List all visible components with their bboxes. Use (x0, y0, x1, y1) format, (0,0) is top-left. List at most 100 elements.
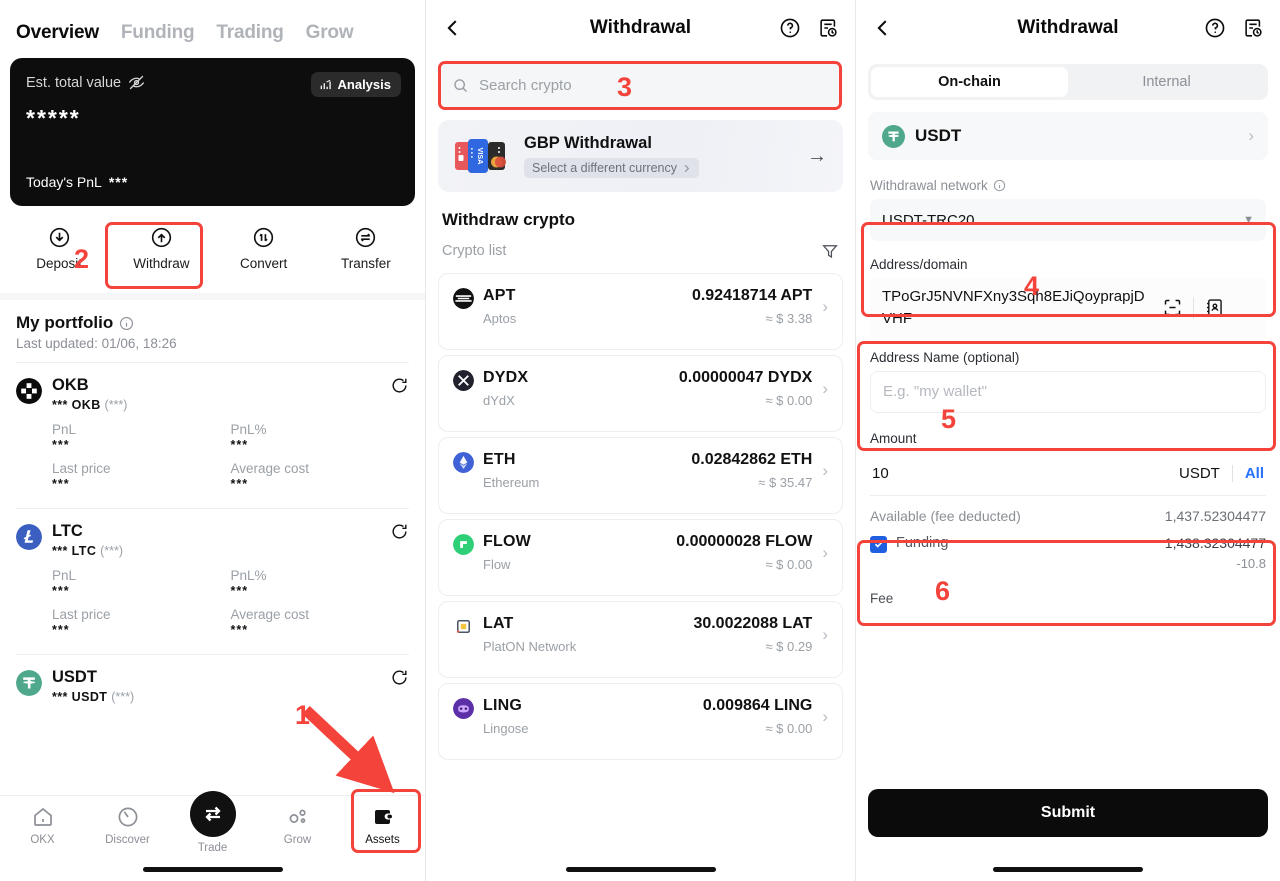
crypto-row-ling[interactable]: LING Lingose 0.009864 LING ≈ $ 0.00 › (438, 683, 843, 760)
tab-overview[interactable]: Overview (16, 22, 99, 44)
grow-nodes-icon (289, 809, 306, 823)
crypto-row-apt[interactable]: APT Aptos 0.92418714 APT ≈ $ 3.38 › (438, 273, 843, 350)
chevron-right-icon (684, 164, 690, 172)
info-icon[interactable] (993, 179, 1006, 192)
metric-pnl-pct: PnL% *** (231, 422, 320, 452)
eye-off-icon[interactable] (128, 74, 145, 91)
crypto-names: LING Lingose (483, 697, 529, 736)
balance-value: ***** (26, 105, 81, 131)
segment-on-chain[interactable]: On-chain (871, 67, 1068, 97)
metric-pnl-pct-label: PnL% (230, 421, 267, 437)
address-name-input[interactable]: E.g. "my wallet" (870, 370, 1266, 413)
back-icon[interactable] (872, 17, 894, 39)
scan-qr-icon[interactable] (1162, 297, 1183, 318)
crypto-usd: ≈ $ 0.29 (765, 639, 813, 654)
coin-metrics: PnL *** Last price *** PnL% *** Average … (16, 422, 409, 491)
trade-swap-icon (204, 806, 221, 822)
segment-internal[interactable]: Internal (1068, 67, 1265, 97)
amount-all-button[interactable]: All (1245, 465, 1264, 482)
annotation-number-5: 5 (941, 404, 957, 434)
coin-head: LTC *** LTC (***) (16, 522, 409, 558)
crypto-row-eth[interactable]: ETH Ethereum 0.02842862 ETH ≈ $ 35.47 › (438, 437, 843, 514)
back-icon[interactable] (442, 17, 464, 39)
history-icon[interactable] (1242, 17, 1264, 39)
coin-text: OKB *** OKB (***) (52, 376, 127, 412)
crypto-values: 0.92418714 APT ≈ $ 3.38 (692, 287, 812, 326)
action-transfer[interactable]: Transfer (315, 220, 417, 277)
coin-paren: (***) (111, 689, 135, 704)
nav-item-trade[interactable]: Trade (170, 791, 255, 854)
nav-item-grow[interactable]: Grow (255, 805, 340, 846)
filter-icon[interactable] (821, 242, 839, 260)
metric-pnl-label: PnL (52, 567, 77, 583)
coin-selector[interactable]: USDT › (868, 112, 1268, 160)
annotation-number-6: 6 (935, 576, 951, 606)
refresh-icon[interactable] (390, 668, 409, 687)
tab-grow[interactable]: Grow (306, 22, 354, 44)
metric-avg-cost: Average cost *** (231, 461, 320, 491)
panel-withdrawal-form: Withdrawal On-chain Internal USDT › With… (855, 0, 1280, 881)
action-convert[interactable]: Convert (213, 220, 315, 277)
dydx-logo-icon (453, 370, 474, 391)
crypto-fullname: Aptos (483, 311, 517, 326)
portfolio-coin-ltc[interactable]: LTC *** LTC (***) PnL *** Last price ***… (0, 509, 425, 643)
funding-delta: -10.8 (1236, 555, 1266, 571)
tab-trading[interactable]: Trading (216, 22, 283, 44)
metric-pnl-pct: PnL% *** (231, 568, 320, 598)
network-label: Withdrawal network (870, 178, 988, 193)
crypto-row-flow[interactable]: FLOW Flow 0.00000028 FLOW ≈ $ 0.00 › (438, 519, 843, 596)
annotation-number-3: 3 (617, 72, 633, 102)
action-convert-label: Convert (239, 256, 288, 271)
metric-last-price: Last price *** (52, 607, 141, 637)
metric-last-price-label: Last price (52, 606, 111, 622)
network-select[interactable]: USDT-TRC20 ▼ (870, 199, 1266, 241)
analysis-button[interactable]: Analysis (310, 72, 401, 97)
crypto-row-dydx[interactable]: DYDX dYdX 0.00000047 DYDX ≈ $ 0.00 › (438, 355, 843, 432)
nav-item-discover[interactable]: Discover (85, 805, 170, 846)
refresh-icon[interactable] (390, 522, 409, 541)
coin-unit: LTC (71, 543, 97, 558)
info-icon[interactable] (119, 316, 134, 331)
crypto-amount: 30.0022088 LAT (693, 615, 813, 632)
help-icon[interactable] (779, 17, 801, 39)
address-book-icon[interactable] (1204, 297, 1225, 318)
withdraw-crypto-title: Withdraw crypto (442, 210, 576, 229)
crypto-symbol: LING (483, 697, 523, 714)
funding-row[interactable]: Funding 1,438.32304477 -10.8 (870, 524, 1266, 571)
select-currency-chip[interactable]: Select a different currency (524, 158, 699, 178)
coin-amount-row: *** LTC (***) (52, 544, 123, 558)
crypto-row-lat[interactable]: LAT PlatON Network 30.0022088 LAT ≈ $ 0.… (438, 601, 843, 678)
gbp-withdrawal-card[interactable]: VISA GBP Withdrawal Select a different c… (438, 120, 843, 192)
crypto-symbol: FLOW (483, 533, 531, 550)
submit-button[interactable]: Submit (868, 789, 1268, 837)
portfolio-coin-okb[interactable]: OKB *** OKB (***) PnL *** Last price ***… (0, 363, 425, 497)
funding-checkbox[interactable] (870, 535, 887, 553)
withdrawal-header: Withdrawal (426, 0, 855, 56)
address-value: TPoGrJ5NVNFXny3Sqh8EJiQoyprapjDVHF (882, 288, 1145, 327)
funding-value: 1,438.32304477 (1164, 534, 1266, 551)
history-icon[interactable] (817, 17, 839, 39)
coin-amount-row: *** OKB (***) (52, 398, 127, 412)
crypto-amount: 0.00000047 DYDX (678, 369, 813, 386)
tab-funding[interactable]: Funding (121, 22, 195, 44)
bank-cards-icon: VISA (455, 139, 506, 173)
amount-unit: USDT (1178, 464, 1220, 482)
amount-input[interactable]: 10 USDT All (870, 452, 1266, 496)
search-crypto-field[interactable]: Search crypto (438, 62, 843, 108)
crypto-amount: 0.009864 LING (702, 697, 813, 714)
coin-unit: OKB (71, 397, 101, 412)
refresh-icon[interactable] (390, 376, 409, 395)
action-withdraw[interactable]: Withdraw (110, 220, 212, 277)
action-deposit[interactable]: Deposit (8, 220, 110, 277)
nav-item-assets[interactable]: Assets (340, 805, 425, 846)
address-input[interactable]: TPoGrJ5NVNFXny3Sqh8EJiQoyprapjDVHF (870, 278, 1266, 338)
balance-card: Est. total value Analysis ***** Today's … (10, 58, 415, 206)
trade-fab[interactable] (189, 791, 236, 837)
help-icon[interactable] (1204, 17, 1226, 39)
app-screenshot: Overview Funding Trading Grow Est. total… (0, 0, 1280, 881)
crypto-values: 0.009864 LING ≈ $ 0.00 (703, 697, 812, 736)
annotation-number-1: 1 (295, 700, 311, 730)
coin-head: OKB *** OKB (***) (16, 376, 409, 412)
coin-symbol: OKB (52, 376, 89, 394)
nav-item-okx[interactable]: OKX (0, 805, 85, 846)
